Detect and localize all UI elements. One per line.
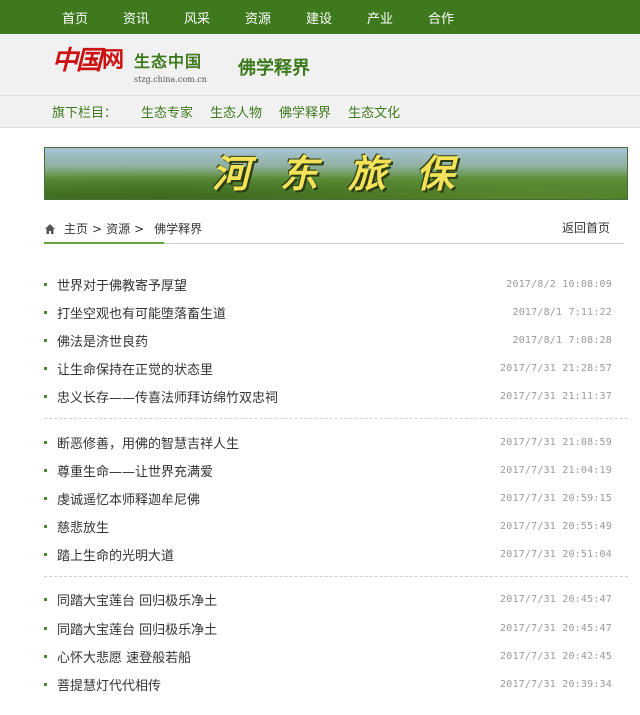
bullet-icon	[44, 553, 47, 557]
breadcrumb-separator: >	[92, 221, 103, 236]
article-date: 2017/7/31 21:04:19	[500, 464, 612, 476]
article-title-link[interactable]: 打坐空观也有可能堕落畜生道	[57, 303, 226, 322]
list-item: 让生命保持在正觉的状态里 2017/7/31 21:28:57	[44, 355, 628, 383]
list-item: 虔诚遥忆本师释迦牟尼佛 2017/7/31 20:59:15	[44, 484, 628, 512]
article-date: 2017/7/31 20:39:34	[500, 679, 612, 691]
china-com-logo[interactable]: 中国 网	[52, 44, 124, 78]
list-item: 慈悲放生 2017/7/31 20:55:49	[44, 513, 628, 541]
banner-text: 河东旅保	[211, 152, 484, 196]
article-date: 2017/7/31 21:11:37	[500, 391, 612, 403]
article-title-link[interactable]: 佛法是济世良药	[57, 331, 148, 350]
sub-navigation: 旗下栏目： 生态专家 生态人物 佛学释界 生态文化	[0, 96, 640, 128]
article-title-link[interactable]: 让生命保持在正觉的状态里	[57, 359, 213, 378]
article-title-link[interactable]: 同踏大宝莲台 回归极乐净土	[57, 590, 217, 609]
site-logo[interactable]: 生态中国 stzg.china.com.cn	[134, 48, 207, 84]
article-title-link[interactable]: 尊重生命——让世界充满爱	[57, 461, 213, 480]
breadcrumb-row: 主页 > 资源 > 佛学释界 返回首页	[44, 214, 624, 244]
topnav-item[interactable]: 合作	[428, 8, 489, 27]
subnav-item[interactable]: 生态文化	[348, 102, 400, 121]
home-icon	[45, 223, 55, 234]
bullet-icon	[44, 598, 47, 602]
section-title: 佛学释界	[238, 58, 310, 79]
list-item: 心怀大悲愿 速登般若船 2017/7/31 20:42:45	[44, 642, 628, 670]
article-date: 2017/8/1 7:11:22	[512, 306, 612, 318]
article-title-link[interactable]: 同踏大宝莲台 回归极乐净土	[57, 619, 217, 638]
bullet-icon	[44, 338, 47, 342]
list-item: 打坐空观也有可能堕落畜生道 2017/8/1 7:11:22	[44, 298, 628, 326]
article-date: 2017/7/31 20:59:15	[500, 492, 612, 504]
article-title-link[interactable]: 断恶修善，用佛的智慧吉祥人生	[57, 433, 239, 452]
site-url: stzg.china.com.cn	[134, 75, 207, 84]
list-item: 同踏大宝莲台 回归极乐净土 2017/7/31 20:45:47	[44, 586, 628, 614]
list-item: 菩提慧灯代代相传 2017/7/31 20:39:34	[44, 670, 628, 698]
logo-text-wang: 网	[102, 48, 125, 73]
list-item: 世界对于佛教寄予厚望 2017/8/2 10:08:09	[44, 270, 628, 298]
article-title-link[interactable]: 慈悲放生	[57, 517, 109, 536]
breadcrumb: 主页 > 资源 > 佛学释界	[44, 220, 202, 237]
article-date: 2017/8/2 10:08:09	[506, 278, 612, 290]
breadcrumb-current: 佛学释界	[154, 222, 203, 236]
article-group: 世界对于佛教寄予厚望 2017/8/2 10:08:09 打坐空观也有可能堕落畜生道…	[44, 270, 628, 419]
list-item: 尊重生命——让世界充满爱 2017/7/31 21:04:19	[44, 456, 628, 484]
breadcrumb-separator: >	[134, 221, 145, 236]
bullet-icon	[44, 496, 47, 500]
list-item: 忠义长存——传喜法师拜访绵竹双忠祠 2017/7/31 21:11:37	[44, 383, 628, 411]
breadcrumb-resources[interactable]: 资源	[106, 220, 130, 237]
article-group: 同踏大宝莲台 回归极乐净土 2017/7/31 20:45:47 同踏大宝莲台 回归…	[44, 586, 628, 706]
article-title-link[interactable]: 菩提慧灯代代相传	[57, 675, 161, 694]
article-date: 2017/7/31 20:45:47	[500, 622, 612, 634]
bullet-icon	[44, 525, 47, 529]
list-item: 踏上生命的光明大道 2017/7/31 20:51:04	[44, 541, 628, 569]
list-item: 同踏大宝莲台 回归极乐净土 2017/7/31 20:45:47	[44, 614, 628, 642]
bullet-icon	[44, 310, 47, 314]
bullet-icon	[44, 654, 47, 658]
subnav-item[interactable]: 生态人物	[210, 102, 262, 121]
bullet-icon	[44, 683, 47, 687]
banner-image[interactable]: 河东旅保	[44, 147, 628, 200]
breadcrumb-home[interactable]: 主页	[64, 220, 88, 237]
bullet-icon	[44, 440, 47, 444]
bullet-icon	[44, 626, 47, 630]
bullet-icon	[44, 468, 47, 472]
article-group: 断恶修善，用佛的智慧吉祥人生 2017/7/31 21:08:59 尊重生命——让世…	[44, 428, 628, 577]
list-item: 断恶修善，用佛的智慧吉祥人生 2017/7/31 21:08:59	[44, 428, 628, 456]
article-title-link[interactable]: 世界对于佛教寄予厚望	[57, 275, 187, 294]
article-title-link[interactable]: 踏上生命的光明大道	[57, 545, 174, 564]
topnav-item[interactable]: 首页	[62, 8, 123, 27]
top-navigation: 首页 资讯 风采 资源 建设 产业 合作	[0, 0, 640, 34]
bullet-icon	[44, 282, 47, 286]
bullet-icon	[44, 395, 47, 399]
list-item: 佛法是济世良药 2017/8/1 7:08:28	[44, 326, 628, 354]
topnav-item[interactable]: 资源	[245, 8, 306, 27]
bullet-icon	[44, 367, 47, 371]
article-date: 2017/7/31 20:51:04	[500, 549, 612, 561]
article-date: 2017/7/31 21:08:59	[500, 436, 612, 448]
article-date: 2017/7/31 20:45:47	[500, 594, 612, 606]
article-title-link[interactable]: 忠义长存——传喜法师拜访绵竹双忠祠	[57, 387, 278, 406]
article-date: 2017/7/31 20:42:45	[500, 650, 612, 662]
back-home-link[interactable]: 返回首页	[562, 219, 610, 236]
article-date: 2017/7/31 21:28:57	[500, 363, 612, 375]
article-list: 世界对于佛教寄予厚望 2017/8/2 10:08:09 打坐空观也有可能堕落畜生道…	[44, 270, 628, 715]
site-name: 生态中国	[134, 52, 203, 71]
topnav-item[interactable]: 资讯	[123, 8, 184, 27]
article-date: 2017/8/1 7:08:28	[512, 334, 612, 346]
topnav-item[interactable]: 风采	[184, 8, 245, 27]
subnav-item[interactable]: 生态专家	[141, 102, 193, 121]
subnav-item[interactable]: 佛学释界	[279, 102, 331, 121]
subnav-lead: 旗下栏目：	[52, 106, 118, 121]
topnav-item[interactable]: 产业	[367, 8, 428, 27]
article-date: 2017/7/31 20:55:49	[500, 521, 612, 533]
site-header: 中国 网 生态中国 stzg.china.com.cn 佛学释界	[0, 34, 640, 96]
article-title-link[interactable]: 虔诚遥忆本师释迦牟尼佛	[57, 489, 200, 508]
breadcrumb-underline	[44, 242, 164, 244]
topnav-item[interactable]: 建设	[306, 8, 367, 27]
logo-text-china: 中国	[52, 46, 102, 76]
article-title-link[interactable]: 心怀大悲愿 速登般若船	[57, 647, 191, 666]
